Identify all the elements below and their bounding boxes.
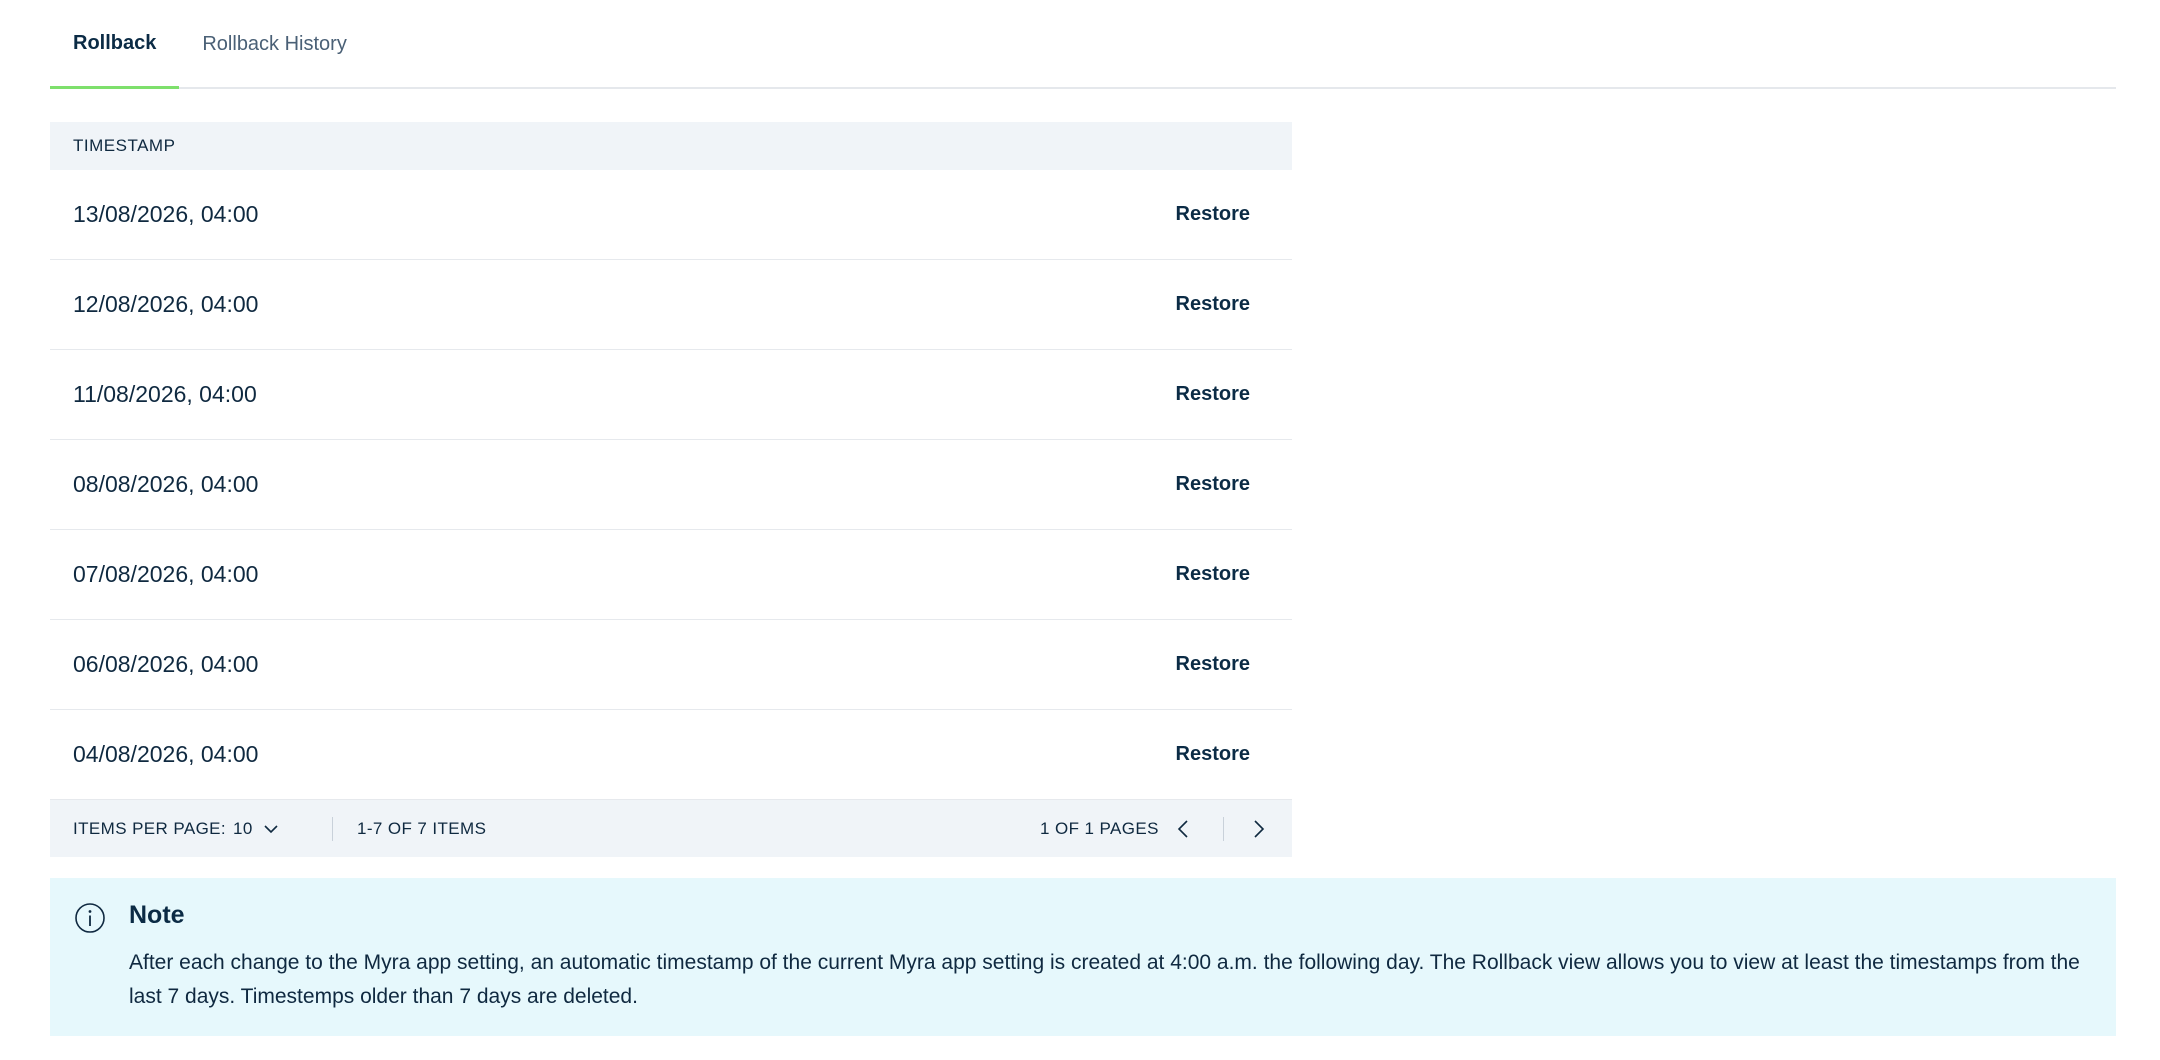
- restore-button[interactable]: Restore: [1176, 563, 1250, 586]
- tab-bar: Rollback Rollback History: [50, 0, 2116, 89]
- table-row: 11/08/2026, 04:00 Restore: [50, 350, 1292, 440]
- rollback-panel: Rollback Rollback History TIMESTAMP 13/0…: [50, 0, 2116, 1036]
- restore-button[interactable]: Restore: [1176, 293, 1250, 316]
- pager-divider: [332, 816, 333, 841]
- timestamp-cell: 06/08/2026, 04:00: [73, 651, 259, 677]
- restore-button[interactable]: Restore: [1176, 383, 1250, 406]
- table-row: 08/08/2026, 04:00 Restore: [50, 440, 1292, 530]
- table-row: 13/08/2026, 04:00 Restore: [50, 170, 1292, 260]
- restore-button[interactable]: Restore: [1176, 653, 1250, 676]
- items-per-page-select[interactable]: 10: [233, 819, 279, 839]
- timestamp-cell: 13/08/2026, 04:00: [73, 201, 259, 227]
- note-title: Note: [129, 901, 185, 929]
- timestamp-cell: 07/08/2026, 04:00: [73, 561, 259, 587]
- restore-button[interactable]: Restore: [1176, 473, 1250, 496]
- pager-divider: [1223, 816, 1224, 841]
- page-indicator: 1 OF 1 PAGES: [1040, 818, 1159, 838]
- table-row: 07/08/2026, 04:00 Restore: [50, 530, 1292, 620]
- table-row: 12/08/2026, 04:00 Restore: [50, 260, 1292, 350]
- timestamp-cell: 12/08/2026, 04:00: [73, 291, 259, 317]
- chevron-right-icon: [1254, 819, 1265, 838]
- table-row: 04/08/2026, 04:00 Restore: [50, 710, 1292, 800]
- table-row: 06/08/2026, 04:00 Restore: [50, 620, 1292, 710]
- timestamp-cell: 11/08/2026, 04:00: [73, 381, 257, 407]
- note-box: Note After each change to the Myra app s…: [50, 878, 2116, 1036]
- table-header-timestamp: TIMESTAMP: [50, 122, 1292, 170]
- chevron-down-icon: [264, 824, 278, 833]
- prev-page-button[interactable]: [1168, 814, 1198, 844]
- timestamp-table: TIMESTAMP 13/08/2026, 04:00 Restore 12/0…: [50, 122, 1292, 857]
- timestamp-cell: 04/08/2026, 04:00: [73, 741, 259, 767]
- tab-rollback-history[interactable]: Rollback History: [179, 0, 369, 89]
- items-per-page-value: 10: [233, 818, 253, 838]
- note-text: After each change to the Myra app settin…: [129, 951, 2080, 1008]
- restore-button[interactable]: Restore: [1176, 743, 1250, 766]
- tab-rollback[interactable]: Rollback: [50, 0, 180, 89]
- info-icon: [75, 903, 105, 933]
- items-per-page-label: ITEMS PER PAGE:: [73, 818, 227, 838]
- next-page-button[interactable]: [1244, 814, 1274, 844]
- item-range-text: 1-7 OF 7 ITEMS: [357, 818, 487, 838]
- pagination-bar: ITEMS PER PAGE: 10 1-7 OF 7 ITEMS 1 OF 1…: [50, 800, 1292, 857]
- timestamp-cell: 08/08/2026, 04:00: [73, 471, 259, 497]
- restore-button[interactable]: Restore: [1176, 203, 1250, 226]
- chevron-left-icon: [1177, 819, 1188, 838]
